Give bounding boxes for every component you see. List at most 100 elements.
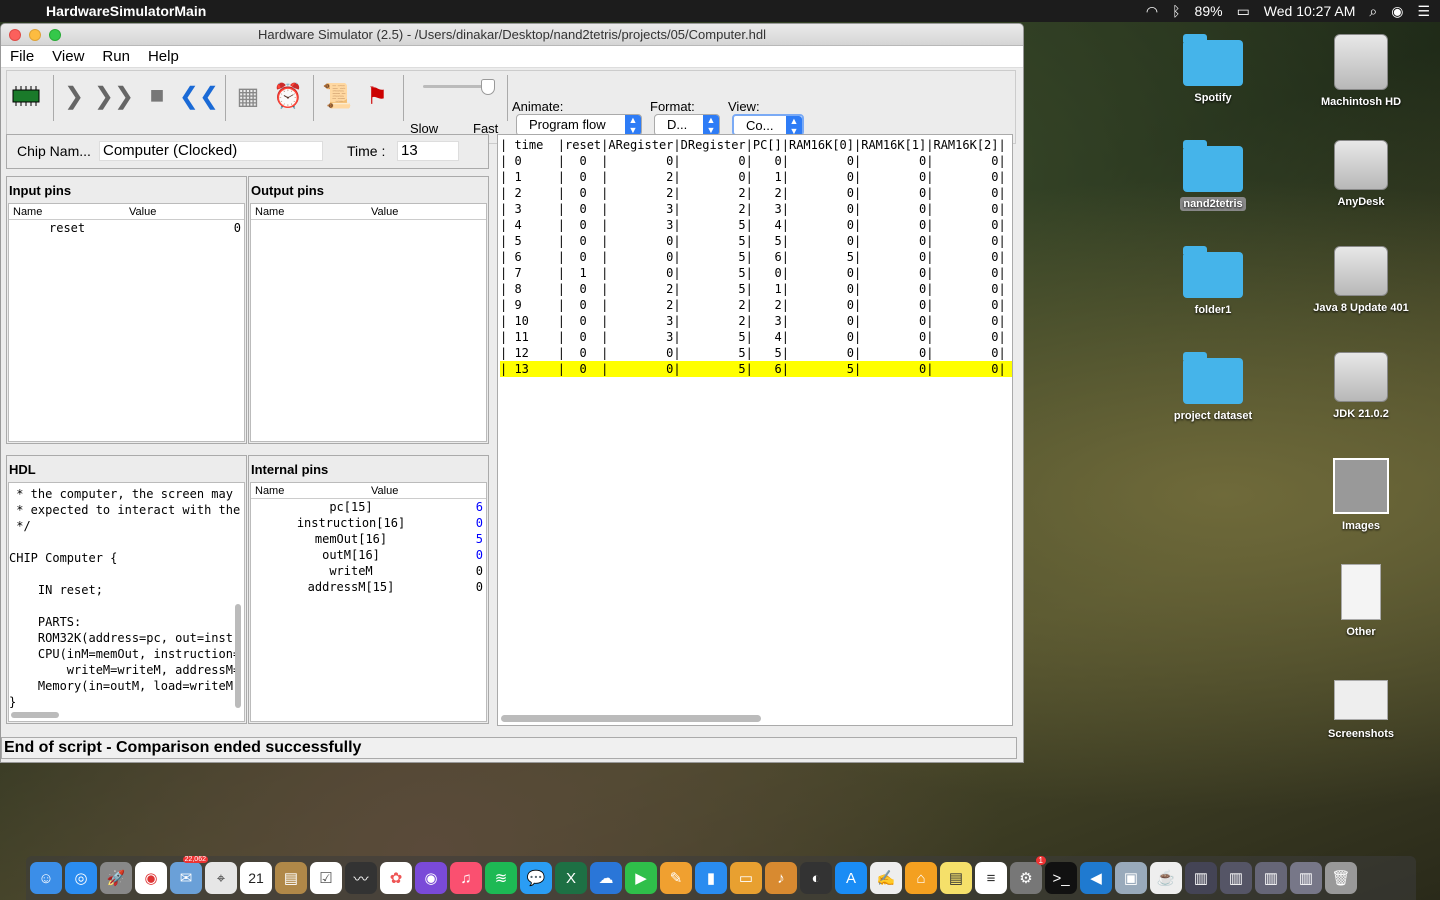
recent-window-icon[interactable]: ▥	[1185, 862, 1217, 894]
menubar-clock[interactable]: Wed 10:27 AM	[1264, 3, 1356, 19]
desktop-icon-project-dataset[interactable]: project dataset	[1158, 352, 1268, 422]
compare-row[interactable]: | 3 | 0 | 3| 2| 3| 0| 0| 0|	[500, 201, 1012, 217]
chip-name-field[interactable]: Computer (Clocked)	[99, 141, 323, 161]
pin-value[interactable]: 0	[451, 579, 483, 595]
pin-value[interactable]: 6	[451, 499, 483, 515]
time-field[interactable]: 13	[397, 141, 459, 161]
desktop-icon-jdk21[interactable]: JDK 21.0.2	[1306, 352, 1416, 420]
photos-icon[interactable]: ✿	[380, 862, 412, 894]
notification-center-icon[interactable]: ☰	[1417, 3, 1430, 20]
maps-icon[interactable]: ⌖	[205, 862, 237, 894]
col-name[interactable]: Name	[9, 206, 125, 218]
recent-window-icon[interactable]: ▥	[1220, 862, 1252, 894]
output-pins-table[interactable]: Name Value	[250, 203, 487, 442]
minimize-window-button[interactable]	[29, 29, 41, 41]
breakpoints-button[interactable]: ⚑	[360, 79, 394, 113]
vscode-icon[interactable]: ◀	[1080, 862, 1112, 894]
bluetooth-icon[interactable]: ᛒ	[1172, 3, 1180, 19]
hdl-line[interactable]	[9, 598, 244, 614]
desktop-icon-spotify[interactable]: Spotify	[1158, 34, 1268, 104]
col-value[interactable]: Value	[367, 485, 398, 497]
compare-row[interactable]: | 8 | 0 | 2| 5| 1| 0| 0| 0|	[500, 281, 1012, 297]
compare-row[interactable]: | 10 | 0 | 3| 2| 3| 0| 0| 0|	[500, 313, 1012, 329]
safari-icon[interactable]: ◎	[65, 862, 97, 894]
script-button[interactable]: 📜	[320, 79, 354, 113]
hdl-line[interactable]: ROM32K(address=pc, out=instr	[9, 630, 244, 646]
excel-icon[interactable]: X	[555, 862, 587, 894]
battery-icon[interactable]: ▭	[1237, 3, 1250, 20]
recent-window-icon[interactable]: ▥	[1290, 862, 1322, 894]
system-preferences-icon[interactable]: ⚙ 1	[1010, 856, 1046, 894]
hdl-line[interactable]: IN reset;	[9, 582, 244, 598]
compare-row[interactable]: | 11 | 0 | 3| 5| 4| 0| 0| 0|	[500, 329, 1012, 345]
menu-view[interactable]: View	[43, 48, 93, 65]
edge-icon[interactable]: ◐	[800, 862, 832, 894]
desktop-icon-folder1[interactable]: folder1	[1158, 246, 1268, 316]
menu-file[interactable]: File	[1, 48, 43, 65]
keynote-icon[interactable]: ▭	[730, 862, 762, 894]
search-icon[interactable]: ⌕	[1369, 3, 1377, 20]
col-value[interactable]: Value	[367, 206, 398, 218]
compare-row[interactable]: | 7 | 1 | 0| 5| 0| 0| 0| 0|	[500, 265, 1012, 281]
menu-run[interactable]: Run	[93, 48, 139, 65]
hdl-line[interactable]: CPU(inM=memOut, instruction=	[9, 646, 244, 662]
music-icon[interactable]: ♫	[450, 862, 482, 894]
pin-value[interactable]: 0	[209, 220, 241, 236]
compare-row[interactable]: | 13 | 0 | 0| 5| 6| 5| 0| 0|	[500, 361, 1012, 377]
pages-icon[interactable]: ✎	[660, 862, 692, 894]
desktop-icon-screenshots[interactable]: Screenshots	[1306, 676, 1416, 740]
table-row[interactable]: writeM 0	[251, 563, 486, 579]
hdl-line[interactable]: * expected to interact with the	[9, 502, 244, 518]
hdl-line[interactable]: writeM=writeM, addressM=	[9, 662, 244, 678]
hdl-line[interactable]: CHIP Computer {	[9, 550, 244, 566]
col-value[interactable]: Value	[125, 206, 156, 218]
hdl-line[interactable]: */	[9, 518, 244, 534]
garageband-icon[interactable]: ♪	[765, 862, 797, 894]
terminal-icon[interactable]: >_	[1045, 862, 1077, 894]
table-row[interactable]: reset 0	[9, 220, 244, 236]
tick-tock-button[interactable]: ⏰	[271, 79, 305, 113]
compare-row[interactable]: | 9 | 0 | 2| 2| 2| 0| 0| 0|	[500, 297, 1012, 313]
siri-dock-icon[interactable]: ◉	[415, 862, 447, 894]
compare-horizontal-scrollbar[interactable]	[501, 715, 761, 722]
eval-button[interactable]: ▦	[231, 79, 265, 113]
col-name[interactable]: Name	[251, 206, 367, 218]
hdl-line[interactable]: Memory(in=outM, load=writeM,	[9, 678, 244, 694]
menu-help[interactable]: Help	[139, 48, 188, 65]
compare-row[interactable]: | 6 | 0 | 0| 5| 6| 5| 0| 0|	[500, 249, 1012, 265]
pin-value[interactable]: 0	[451, 563, 483, 579]
col-name[interactable]: Name	[251, 485, 367, 497]
spotify-icon[interactable]: ≋	[485, 862, 517, 894]
pin-value[interactable]: 0	[451, 515, 483, 531]
table-row[interactable]: pc[15] 6	[251, 499, 486, 515]
onedrive-icon[interactable]: ☁	[590, 862, 622, 894]
calendar-icon[interactable]: 21	[240, 862, 272, 894]
compare-row[interactable]: | 1 | 0 | 2| 0| 1| 0| 0| 0|	[500, 169, 1012, 185]
battery-percent[interactable]: 89%	[1195, 3, 1223, 19]
hdl-line[interactable]: }	[9, 694, 244, 710]
notes-icon[interactable]: ≡	[975, 862, 1007, 894]
desktop-icon-other[interactable]: Other	[1306, 564, 1416, 638]
pin-value[interactable]: 5	[451, 531, 483, 547]
chrome-icon[interactable]: ◉	[135, 862, 167, 894]
desktop-icon-nand2tetris[interactable]: nand2tetris	[1158, 140, 1268, 211]
stocks-icon[interactable]: 〰	[345, 862, 377, 894]
compare-row[interactable]: | 4 | 0 | 3| 5| 4| 0| 0| 0|	[500, 217, 1012, 233]
input-pins-table[interactable]: Name Value reset 0	[8, 203, 245, 442]
speed-slider-thumb[interactable]	[481, 79, 495, 95]
pin-value[interactable]: 0	[451, 547, 483, 563]
compare-row[interactable]: | 12 | 0 | 0| 5| 5| 0| 0| 0|	[500, 345, 1012, 361]
table-row[interactable]: addressM[15] 0	[251, 579, 486, 595]
textedit-icon[interactable]: ✍	[870, 862, 902, 894]
notes-book-icon[interactable]: ▤	[275, 862, 307, 894]
stickies-icon[interactable]: ▤	[940, 862, 972, 894]
desktop-icon-java8[interactable]: Java 8 Update 401	[1306, 246, 1416, 314]
reminders-icon[interactable]: ☑	[310, 862, 342, 894]
hdl-vertical-scrollbar[interactable]	[235, 604, 241, 708]
hdl-line[interactable]: PARTS:	[9, 614, 244, 630]
home-icon[interactable]: ⌂	[905, 862, 937, 894]
table-row[interactable]: memOut[16] 5	[251, 531, 486, 547]
active-app-name[interactable]: HardwareSimulatorMain	[46, 3, 206, 19]
speed-slider[interactable]	[423, 79, 495, 97]
desktop-icon-macintosh-hd[interactable]: Machintosh HD	[1306, 34, 1416, 108]
